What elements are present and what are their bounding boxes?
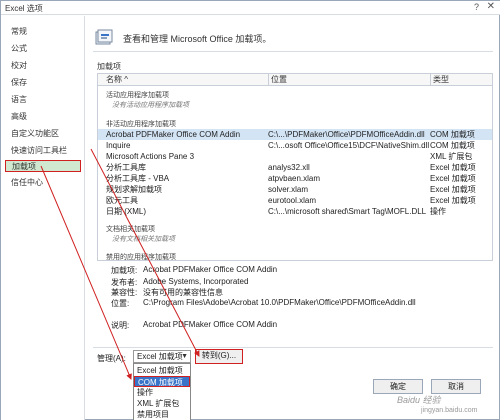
dropdown-option-com-addins[interactable]: COM 加载项 bbox=[134, 376, 190, 387]
sidebar-item-advanced[interactable]: 高级 bbox=[11, 111, 27, 123]
addin-details: 加载项: Acrobat PDFMaker Office COM Addin 发… bbox=[97, 263, 493, 343]
table-row[interactable]: 分析工具库 analys32.xll Excel 加载项 bbox=[98, 162, 492, 173]
sidebar-item-save[interactable]: 保存 bbox=[11, 77, 27, 89]
addins-list[interactable]: 名称 ^ 位置 类型 活动应用程序加载项 没有活动应用程序加载项 非活动应用程序… bbox=[97, 73, 493, 261]
detail-desc-value: Acrobat PDFMaker Office COM Addin bbox=[143, 320, 278, 329]
manage-dropdown-list[interactable]: Excel 加载项 COM 加载项 操作 XML 扩展包 禁用项目 bbox=[133, 363, 191, 420]
detail-location-value: C:\Program Files\Adobe\Acrobat 10.0\PDFM… bbox=[143, 298, 416, 307]
dropdown-option-xml-expansion-packs[interactable]: XML 扩展包 bbox=[134, 398, 190, 409]
detail-location-label: 位置: bbox=[111, 299, 130, 308]
addins-section-label: 加载项 bbox=[97, 62, 121, 71]
sidebar-item-quick-access-toolbar[interactable]: 快速访问工具栏 bbox=[11, 145, 67, 157]
dropdown-option-actions[interactable]: 操作 bbox=[134, 387, 190, 398]
window-title: Excel 选项 bbox=[5, 4, 43, 13]
addin-type: Excel 加载项 bbox=[430, 185, 476, 194]
table-row[interactable]: 规划求解加载项 solver.xlam Excel 加载项 bbox=[98, 184, 492, 195]
detail-addin-label: 加载项: bbox=[111, 266, 138, 275]
addin-type: Excel 加载项 bbox=[430, 196, 476, 205]
addin-type: 操作 bbox=[430, 207, 446, 216]
watermark-url: jingyan.baidu.com bbox=[421, 407, 478, 414]
addin-type: Excel 加载项 bbox=[430, 163, 476, 172]
options-sidebar: 常规 公式 校对 保存 语言 高级 自定义功能区 快速访问工具栏 加载项 信任中… bbox=[1, 16, 85, 420]
addin-location: eurotool.xlam bbox=[268, 196, 317, 205]
table-row[interactable]: Microsoft Actions Pane 3 XML 扩展包 bbox=[98, 151, 492, 162]
group-document-addins: 文档相关加载项 bbox=[106, 226, 155, 233]
column-header-type[interactable]: 类型 bbox=[430, 74, 492, 86]
sidebar-item-trust-center[interactable]: 信任中心 bbox=[11, 177, 43, 189]
sidebar-item-customize-ribbon[interactable]: 自定义功能区 bbox=[11, 128, 59, 140]
goto-button[interactable]: 转到(G)... bbox=[195, 349, 243, 364]
table-row[interactable]: 分析工具库 - VBA atpvbaen.xlam Excel 加载项 bbox=[98, 173, 492, 184]
sidebar-item-addins[interactable]: 加载项 bbox=[5, 160, 81, 172]
group-inactive-addins: 非活动应用程序加载项 bbox=[106, 121, 176, 128]
dropdown-option-disabled-items[interactable]: 禁用项目 bbox=[134, 409, 190, 420]
detail-publisher-value: Adobe Systems, Incorporated bbox=[143, 277, 249, 286]
addin-type: XML 扩展包 bbox=[430, 152, 473, 161]
addins-header-icon bbox=[95, 29, 113, 45]
addin-name: 分析工具库 - VBA bbox=[106, 174, 170, 183]
page-header: 查看和管理 Microsoft Office 加载项。 bbox=[123, 34, 272, 44]
sidebar-item-proofing[interactable]: 校对 bbox=[11, 60, 27, 72]
addin-name: Microsoft Actions Pane 3 bbox=[106, 152, 195, 161]
addin-type: COM 加载项 bbox=[430, 141, 475, 150]
addin-type: Excel 加载项 bbox=[430, 174, 476, 183]
group-document-empty: 没有文档相关加载项 bbox=[112, 236, 175, 243]
addin-name: 欧元工具 bbox=[106, 196, 138, 205]
sidebar-item-language[interactable]: 语言 bbox=[11, 94, 27, 106]
addin-type: COM 加载项 bbox=[430, 130, 475, 139]
sidebar-item-general[interactable]: 常规 bbox=[11, 26, 27, 38]
dropdown-option-excel-addins[interactable]: Excel 加载项 bbox=[134, 365, 190, 376]
table-row[interactable]: Acrobat PDFMaker Office COM Addin C:\...… bbox=[98, 129, 492, 140]
manage-label: 管理(A): bbox=[97, 354, 126, 363]
manage-select[interactable]: Excel 加载项 ▼ bbox=[133, 350, 191, 363]
addin-location: solver.xlam bbox=[268, 185, 309, 194]
group-active-empty: 没有活动应用程序加载项 bbox=[112, 102, 189, 109]
table-row[interactable]: 欧元工具 eurotool.xlam Excel 加载项 bbox=[98, 195, 492, 206]
group-disabled-addins: 禁用的应用程序加载项 bbox=[106, 254, 176, 261]
addin-location: C:\...\microsoft shared\Smart Tag\MOFL.D… bbox=[268, 207, 427, 216]
table-row[interactable]: 日期 (XML) C:\...\microsoft shared\Smart T… bbox=[98, 206, 492, 217]
column-header-name[interactable]: 名称 ^ bbox=[98, 74, 268, 86]
addin-location: C:\...\PDFMaker\Office\PDFMOfficeAddin.d… bbox=[268, 130, 425, 139]
addin-name: Inquire bbox=[106, 141, 131, 150]
addin-name: 分析工具库 bbox=[106, 163, 146, 172]
watermark-logo: Baidu 经验 bbox=[397, 395, 441, 405]
addin-name: 规划求解加载项 bbox=[106, 185, 162, 194]
ok-button[interactable]: 确定 bbox=[373, 379, 423, 394]
detail-compat-label: 兼容性: bbox=[111, 288, 138, 297]
sidebar-item-formulas[interactable]: 公式 bbox=[11, 43, 27, 55]
details-divider bbox=[93, 347, 493, 348]
header-divider bbox=[93, 51, 493, 52]
detail-compat-value: 没有可用的兼容性信息 bbox=[143, 288, 223, 297]
chevron-down-icon[interactable]: ▼ bbox=[181, 351, 188, 362]
help-icon[interactable]: ? bbox=[474, 2, 479, 12]
addin-location: C:\...osoft Office\Office15\DCF\NativeSh… bbox=[268, 141, 430, 150]
table-row[interactable]: Inquire C:\...osoft Office\Office15\DCF\… bbox=[98, 140, 492, 151]
addin-location: atpvbaen.xlam bbox=[268, 174, 321, 183]
title-bar: Excel 选项 ? ✕ bbox=[1, 1, 500, 15]
detail-desc-label: 说明: bbox=[111, 321, 130, 330]
excel-options-dialog: Excel 选项 ? ✕ 常规 公式 校对 保存 语言 高级 自定义功能区 快速… bbox=[0, 0, 500, 420]
addin-name: Acrobat PDFMaker Office COM Addin bbox=[106, 130, 241, 139]
group-active-addins: 活动应用程序加载项 bbox=[106, 92, 169, 99]
close-icon[interactable]: ✕ bbox=[487, 1, 495, 12]
addin-location: analys32.xll bbox=[268, 163, 310, 172]
cancel-button[interactable]: 取消 bbox=[431, 379, 481, 394]
addin-name: 日期 (XML) bbox=[106, 207, 146, 216]
column-header-location[interactable]: 位置 bbox=[268, 74, 430, 86]
manage-select-value: Excel 加载项 bbox=[137, 352, 183, 361]
detail-addin-value: Acrobat PDFMaker Office COM Addin bbox=[143, 265, 278, 274]
